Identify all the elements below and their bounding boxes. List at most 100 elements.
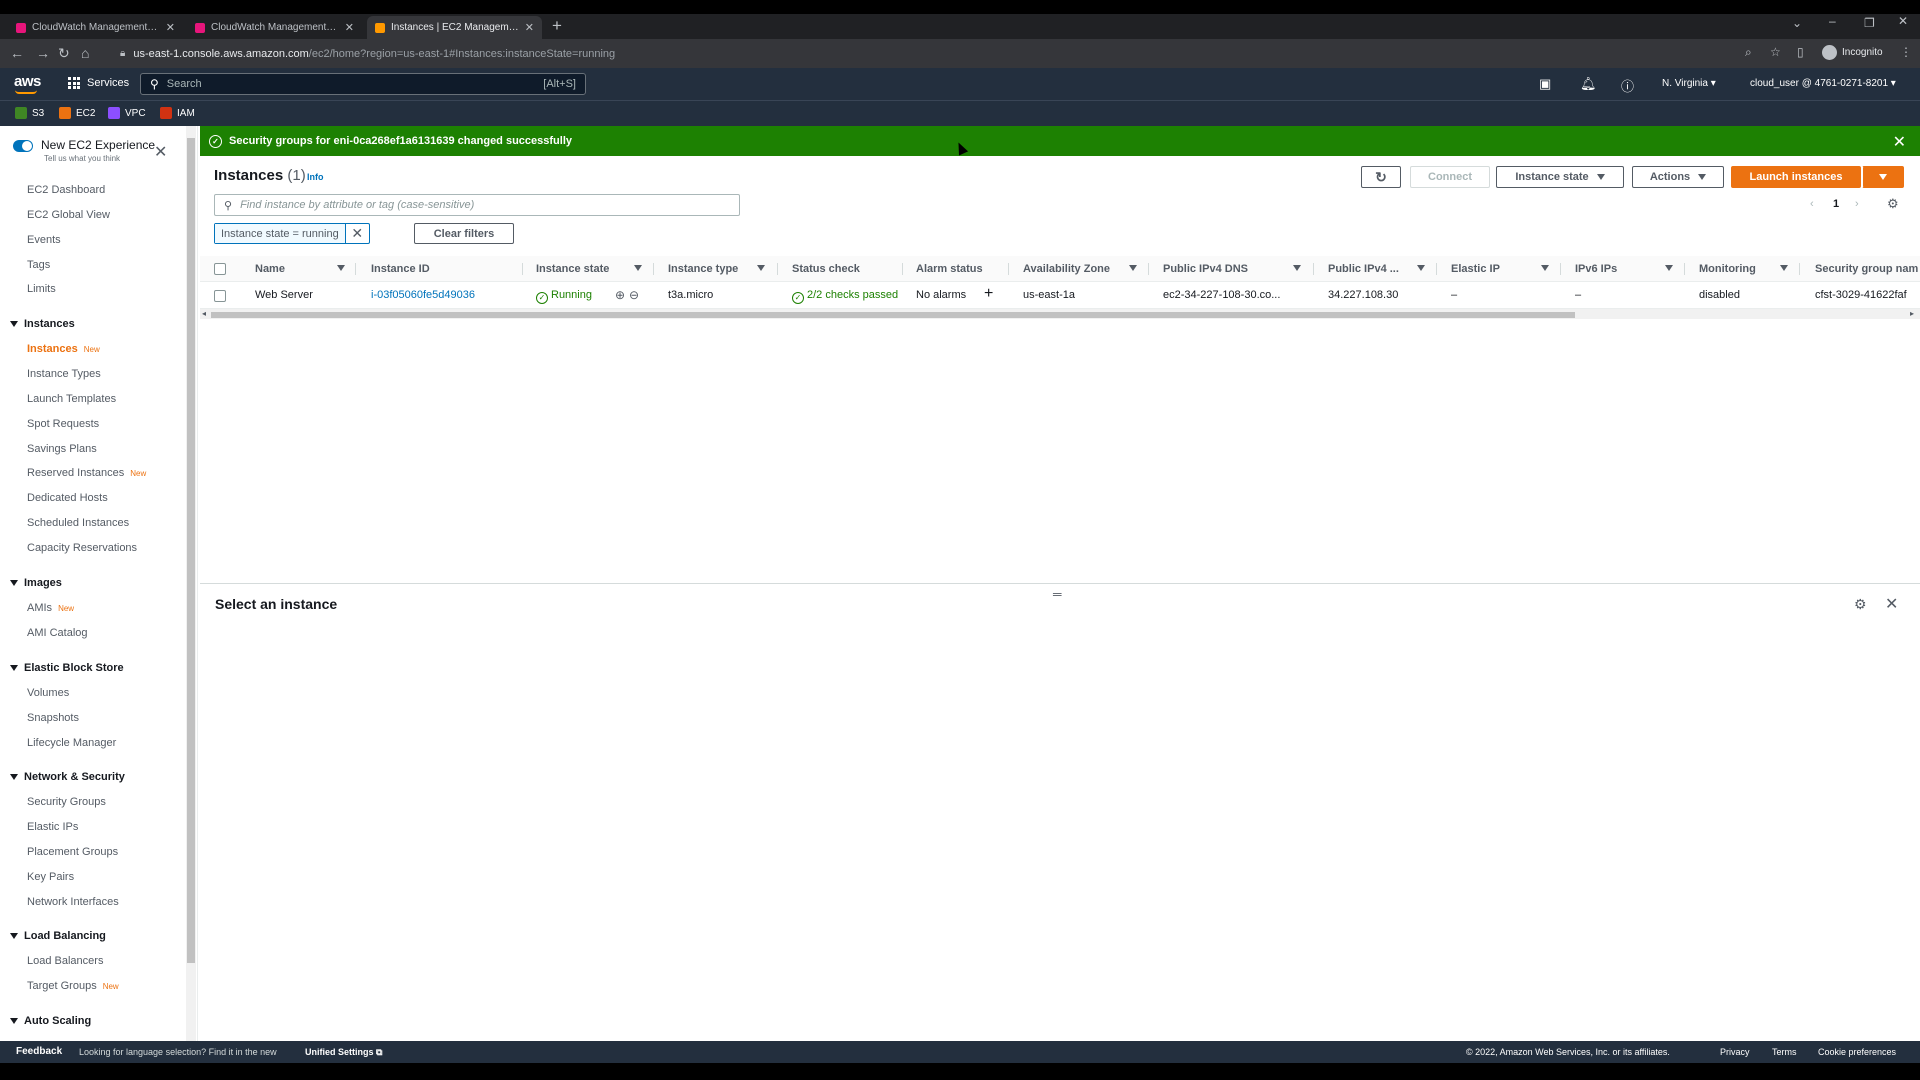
terms-link[interactable]: Terms xyxy=(1772,1047,1797,1057)
sidebar-section-auto-scaling[interactable]: Auto Scaling xyxy=(10,1015,91,1027)
sidebar-item-limits[interactable]: Limits xyxy=(27,283,56,295)
sidebar-section-network-security[interactable]: Network & Security xyxy=(10,771,125,783)
col-divider[interactable] xyxy=(1313,263,1314,275)
restore-icon[interactable]: ❐ xyxy=(1864,16,1875,30)
actions-button[interactable]: Actions xyxy=(1632,166,1724,188)
col-status-check[interactable]: Status check xyxy=(792,263,860,275)
sidebar-item-reserved-instances[interactable]: Reserved Instances New xyxy=(27,467,146,479)
sidebar-item-global-view[interactable]: EC2 Global View xyxy=(27,209,110,221)
sidebar-item-target-groups[interactable]: Target Groups New xyxy=(27,980,119,992)
window-close-icon[interactable]: ✕ xyxy=(1898,14,1908,28)
filter-icon[interactable] xyxy=(1129,265,1137,271)
sidebar-item-load-balancers[interactable]: Load Balancers xyxy=(27,955,103,967)
browser-menu-icon[interactable]: ⋮ xyxy=(1900,45,1912,59)
next-page-icon[interactable]: › xyxy=(1855,198,1859,210)
sidebar-section-images[interactable]: Images xyxy=(10,577,62,589)
filter-icon[interactable] xyxy=(1665,265,1673,271)
sidebar-section-load-balancing[interactable]: Load Balancing xyxy=(10,930,106,942)
sidebar-item-network-interfaces[interactable]: Network Interfaces xyxy=(27,896,119,908)
filter-icon[interactable] xyxy=(1780,265,1788,271)
sidebar-item-launch-templates[interactable]: Launch Templates xyxy=(27,393,116,405)
close-panel-icon[interactable]: ✕ xyxy=(1885,594,1898,614)
new-tab-icon[interactable]: + xyxy=(552,16,562,36)
col-name[interactable]: Name xyxy=(255,263,285,275)
filter-icon[interactable] xyxy=(1541,265,1549,271)
notifications-bell-icon[interactable]: 🔔︎ xyxy=(1580,76,1597,92)
col-alarm-status[interactable]: Alarm status xyxy=(916,263,983,275)
aws-logo[interactable]: aws xyxy=(14,73,41,90)
col-divider[interactable] xyxy=(1684,263,1685,275)
col-public-dns[interactable]: Public IPv4 DNS xyxy=(1163,263,1248,275)
account-menu[interactable]: cloud_user @ 4761-0271-8201 ▾ xyxy=(1750,78,1896,89)
help-icon[interactable]: ⓘ xyxy=(1621,76,1634,95)
zoom-icon[interactable]: ⌕ xyxy=(1745,45,1752,60)
minimize-icon[interactable]: – xyxy=(1829,14,1836,28)
home-icon[interactable]: ⌂ xyxy=(81,45,89,61)
unified-settings-link[interactable]: Unified Settings ⧉ xyxy=(305,1047,382,1058)
url-field[interactable]: 🔒︎ us-east-1.console.aws.amazon.com/ec2/… xyxy=(110,43,1730,64)
filter-icon[interactable] xyxy=(1293,265,1301,271)
toggle-switch[interactable] xyxy=(13,140,33,152)
sidebar-item-spot-requests[interactable]: Spot Requests xyxy=(27,418,99,430)
cloudshell-icon[interactable]: ▣ xyxy=(1539,76,1551,92)
col-instance-type[interactable]: Instance type xyxy=(668,263,738,275)
scroll-right-icon[interactable]: ▸ xyxy=(1910,309,1914,318)
col-divider[interactable] xyxy=(522,263,523,275)
services-button[interactable]: Services xyxy=(68,77,129,89)
sidebar-item-elastic-ips[interactable]: Elastic IPs xyxy=(27,821,78,833)
sidebar-item-tags[interactable]: Tags xyxy=(27,259,50,271)
cell-instance-id-link[interactable]: i-03f05060fe5d49036 xyxy=(371,289,475,301)
col-public-ipv4[interactable]: Public IPv4 ... xyxy=(1328,263,1399,275)
tab-search-icon[interactable]: ⌄ xyxy=(1792,16,1802,30)
launch-instances-button[interactable]: Launch instances xyxy=(1731,166,1861,188)
sidebar-item-dedicated-hosts[interactable]: Dedicated Hosts xyxy=(27,492,108,504)
col-divider[interactable] xyxy=(1560,263,1561,275)
sidebar-item-snapshots[interactable]: Snapshots xyxy=(27,712,79,724)
launch-dropdown-button[interactable] xyxy=(1862,166,1904,188)
col-divider[interactable] xyxy=(1436,263,1437,275)
col-instance-state[interactable]: Instance state xyxy=(536,263,609,275)
sidebar-item-capacity-reservations[interactable]: Capacity Reservations xyxy=(27,542,137,554)
col-availability-zone[interactable]: Availability Zone xyxy=(1023,263,1110,275)
favorite-ec2[interactable]: EC2 xyxy=(59,107,95,119)
sidebar-item-amis[interactable]: AMIs New xyxy=(27,602,74,614)
favorite-s3[interactable]: S3 xyxy=(15,107,44,119)
sidepanel-icon[interactable]: ▯ xyxy=(1797,45,1804,59)
col-monitoring[interactable]: Monitoring xyxy=(1699,263,1756,275)
sidebar-scrollbar-thumb[interactable] xyxy=(187,138,195,963)
close-sidebar-icon[interactable]: ✕ xyxy=(154,142,167,162)
aws-search-input[interactable]: ⚲ Search [Alt+S] xyxy=(140,73,586,95)
col-security-group[interactable]: Security group nam xyxy=(1815,263,1918,275)
col-divider[interactable] xyxy=(355,263,356,275)
page-number[interactable]: 1 xyxy=(1833,198,1839,210)
col-divider[interactable] xyxy=(653,263,654,275)
sidebar-item-ec2-dashboard[interactable]: EC2 Dashboard xyxy=(27,184,105,196)
incognito-indicator[interactable]: Incognito xyxy=(1822,45,1883,60)
col-divider[interactable] xyxy=(1799,263,1800,275)
sidebar-item-placement-groups[interactable]: Placement Groups xyxy=(27,846,118,858)
close-icon[interactable]: ✕ xyxy=(345,21,354,34)
browser-tab-active[interactable]: Instances | EC2 Management Console ✕ xyxy=(367,16,542,39)
row-checkbox[interactable] xyxy=(214,290,226,302)
col-instance-id[interactable]: Instance ID xyxy=(371,263,430,275)
filter-icon[interactable] xyxy=(1417,265,1425,271)
col-divider[interactable] xyxy=(777,263,778,275)
col-divider[interactable] xyxy=(902,263,903,275)
connect-button[interactable]: Connect xyxy=(1410,166,1490,188)
refresh-button[interactable]: ↻ xyxy=(1361,166,1401,188)
zoom-out-icon[interactable]: ⊖ xyxy=(629,288,639,302)
filter-icon[interactable] xyxy=(757,265,765,271)
close-icon[interactable]: ✕ xyxy=(166,21,175,34)
new-experience-feedback-link[interactable]: Tell us what you think xyxy=(44,154,155,163)
browser-tab[interactable]: CloudWatch Management Console ✕ xyxy=(187,16,362,39)
sidebar-section-instances[interactable]: Instances xyxy=(10,318,75,330)
sidebar-item-events[interactable]: Events xyxy=(27,234,61,246)
favorite-iam[interactable]: IAM xyxy=(160,107,195,119)
info-link[interactable]: Info xyxy=(307,172,324,182)
add-alarm-icon[interactable]: + xyxy=(984,285,993,303)
favorite-vpc[interactable]: VPC xyxy=(108,107,146,119)
cookie-preferences-link[interactable]: Cookie preferences xyxy=(1818,1047,1896,1057)
sidebar-item-savings-plans[interactable]: Savings Plans xyxy=(27,443,97,455)
sidebar-item-instance-types[interactable]: Instance Types xyxy=(27,368,101,380)
sidebar-item-instances[interactable]: Instances New xyxy=(27,343,100,355)
